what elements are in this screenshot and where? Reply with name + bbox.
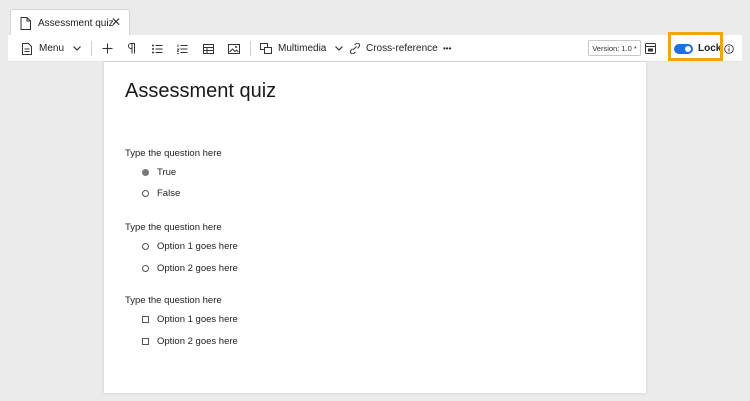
- cross-reference-button[interactable]: Cross-reference: [349, 35, 438, 62]
- option-label: Option 1 goes here: [157, 241, 238, 252]
- plus-icon: [102, 43, 113, 54]
- checkbox[interactable]: [142, 316, 149, 323]
- multimedia-icon: [260, 43, 272, 54]
- version-button[interactable]: Version: 1.0 *: [588, 40, 641, 56]
- question-1-option-2[interactable]: False: [142, 188, 180, 199]
- radio[interactable]: [142, 243, 149, 250]
- numbered-list-icon: [177, 44, 188, 54]
- close-tab-icon[interactable]: ✕: [111, 16, 121, 28]
- insert-button[interactable]: [102, 35, 113, 62]
- table-button[interactable]: [203, 35, 214, 62]
- multimedia-chevron-down-icon: [335, 46, 344, 51]
- radio[interactable]: [142, 190, 149, 197]
- question-2-option-2[interactable]: Option 2 goes here: [142, 263, 238, 274]
- info-button[interactable]: [724, 35, 734, 62]
- tab-strip: Assessment quiz ✕: [0, 0, 750, 36]
- version-history-button[interactable]: [645, 35, 656, 62]
- radio[interactable]: [142, 265, 149, 272]
- version-history-icon: [645, 43, 656, 54]
- multimedia-button[interactable]: Multimedia: [260, 35, 344, 62]
- menu-label: Menu: [39, 43, 65, 54]
- bulleted-list-icon: [152, 44, 163, 53]
- chevron-down-icon: [73, 46, 81, 51]
- toolbar-separator: [91, 41, 92, 56]
- menu-button[interactable]: Menu: [22, 35, 81, 62]
- document-icon: [20, 16, 31, 30]
- option-label: True: [157, 167, 177, 178]
- radio-selected[interactable]: [142, 169, 149, 176]
- cross-reference-icon: [349, 43, 361, 54]
- multimedia-label: Multimedia: [278, 43, 327, 54]
- lock-highlight-frame: [668, 32, 723, 61]
- option-label: Option 1 goes here: [157, 314, 238, 325]
- numbered-list-button[interactable]: [177, 35, 188, 62]
- tab-title: Assessment quiz: [38, 17, 114, 29]
- question-3-option-2[interactable]: Option 2 goes here: [142, 336, 238, 347]
- paragraph-button[interactable]: [127, 35, 136, 62]
- document-page: Assessment quiz Type the question here T…: [104, 62, 646, 393]
- pilcrow-icon: [128, 43, 135, 54]
- toolbar: Menu Multimedia Cross-reference ••• Vers…: [8, 35, 742, 62]
- tab-assessment-quiz[interactable]: Assessment quiz ✕: [10, 9, 130, 36]
- table-icon: [203, 43, 214, 54]
- bulleted-list-button[interactable]: [152, 35, 163, 62]
- page-title[interactable]: Assessment quiz: [125, 80, 276, 103]
- question-2[interactable]: Type the question here: [125, 222, 222, 233]
- option-label: False: [157, 188, 181, 199]
- toolbar-separator: [250, 41, 251, 56]
- question-2-option-1[interactable]: Option 1 goes here: [142, 241, 238, 252]
- cross-reference-label: Cross-reference: [366, 43, 438, 54]
- info-icon: [724, 43, 734, 54]
- image-button[interactable]: [228, 35, 240, 62]
- question-3-option-1[interactable]: Option 1 goes here: [142, 314, 238, 325]
- option-label: Option 2 goes here: [157, 263, 238, 274]
- question-1[interactable]: Type the question here: [125, 148, 222, 159]
- image-icon: [228, 43, 240, 54]
- option-label: Option 2 goes here: [157, 336, 238, 347]
- checkbox[interactable]: [142, 338, 149, 345]
- question-3[interactable]: Type the question here: [125, 295, 222, 306]
- menu-document-icon: [22, 42, 32, 55]
- more-icon[interactable]: •••: [443, 35, 451, 62]
- question-1-option-1[interactable]: True: [142, 167, 176, 178]
